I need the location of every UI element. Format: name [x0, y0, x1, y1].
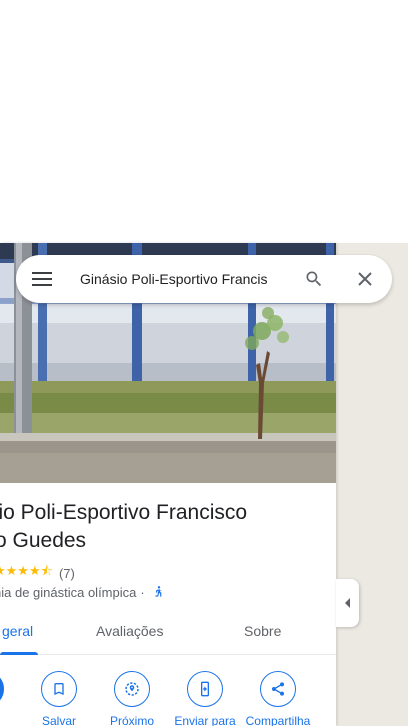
category-row: nia de ginástica olímpica ·	[0, 583, 166, 601]
review-count[interactable]: (7)	[59, 566, 75, 581]
place-title: sio Poli-Esportivo Francisco ro Guedes	[0, 499, 328, 555]
search-box	[16, 255, 392, 303]
search-icon	[306, 271, 322, 287]
rating-row[interactable]: ★★★★⯪ (7)	[0, 563, 75, 582]
collapse-panel-button[interactable]	[336, 579, 359, 627]
separator: ·	[140, 584, 145, 600]
search-button[interactable]	[302, 267, 326, 291]
place-category[interactable]: nia de ginástica olímpica	[0, 585, 136, 600]
save-button[interactable]: Salvar	[23, 671, 95, 726]
place-panel: sio Poli-Esportivo Francisco ro Guedes ★…	[0, 243, 336, 726]
nearby-icon	[114, 671, 150, 707]
wheelchair-accessible-icon	[152, 585, 166, 599]
share-label: Compartilha	[245, 714, 311, 726]
share-icon	[260, 671, 296, 707]
top-blank-area	[0, 0, 408, 243]
action-buttons: Salvar Próximo Enviar para Compartilha	[0, 671, 336, 726]
directions-icon	[0, 671, 4, 707]
map-canvas[interactable]	[336, 243, 408, 726]
tab-overview[interactable]: geral	[2, 623, 33, 639]
caret-left-icon	[344, 598, 350, 608]
active-tab-indicator	[0, 652, 38, 655]
share-button[interactable]: Compartilha	[242, 671, 314, 726]
place-title-line2: ro Guedes	[0, 529, 87, 552]
bookmark-icon	[41, 671, 77, 707]
place-title-line1: sio Poli-Esportivo Francisco	[0, 501, 248, 524]
hamburger-menu-icon	[32, 272, 52, 286]
search-input[interactable]	[80, 268, 288, 290]
clear-search-button[interactable]	[353, 267, 377, 291]
send-to-phone-button[interactable]: Enviar para	[169, 671, 241, 726]
directions-button[interactable]	[0, 671, 22, 714]
tab-about[interactable]: Sobre	[244, 623, 281, 639]
save-label: Salvar	[41, 714, 76, 726]
nearby-button[interactable]: Próximo	[96, 671, 168, 726]
nearby-label: Próximo	[109, 714, 154, 726]
menu-button[interactable]	[30, 267, 54, 291]
close-icon	[358, 272, 372, 286]
rating-stars: ★★★★⯪	[0, 563, 53, 578]
send-to-phone-label: Enviar para	[174, 714, 236, 726]
tab-bar: geral Avaliações Sobre	[0, 611, 336, 655]
send-to-phone-icon	[187, 671, 223, 707]
tab-reviews[interactable]: Avaliações	[96, 623, 163, 639]
